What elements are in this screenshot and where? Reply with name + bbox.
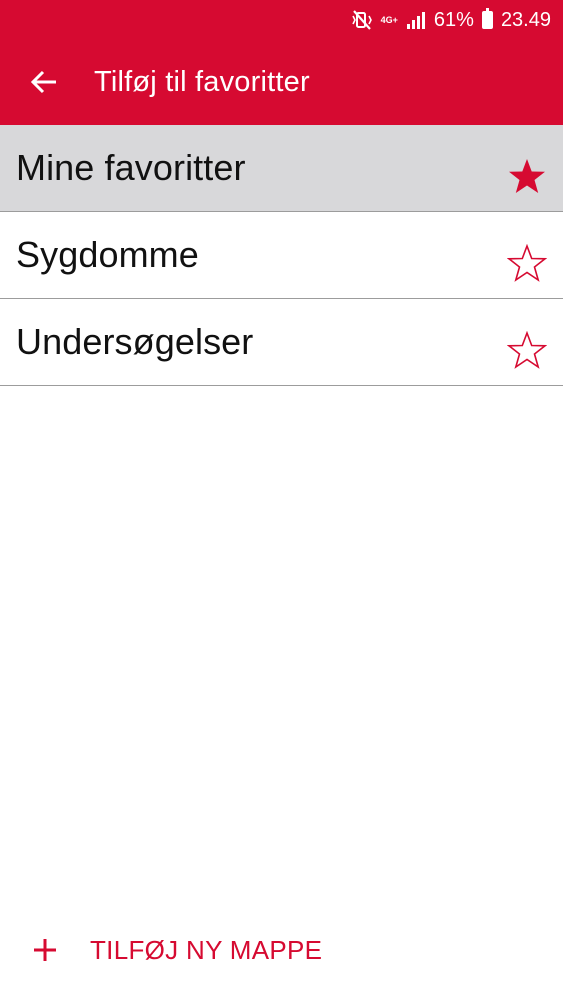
clock: 23.49 xyxy=(500,8,551,31)
battery-icon xyxy=(481,8,493,29)
toolbar: Tilføj til favoritter xyxy=(0,50,563,114)
star-filled-icon[interactable] xyxy=(507,156,547,196)
folder-list: Mine favoritter Sygdomme Undersøgelser xyxy=(0,125,563,386)
signal-icon xyxy=(406,11,426,29)
network-type-icon: 4G+ xyxy=(380,14,398,25)
folder-label: Sygdomme xyxy=(16,234,199,275)
folder-label: Mine favoritter xyxy=(16,147,246,188)
mute-vibrate-icon xyxy=(351,10,373,30)
folder-row-mine-favoritter[interactable]: Mine favoritter xyxy=(0,125,563,212)
back-button[interactable] xyxy=(14,54,74,110)
network-type-label: 4G+ xyxy=(380,14,398,25)
page-title: Tilføj til favoritter xyxy=(94,65,310,98)
add-folder-button[interactable]: TILFØJ NY MAPPE xyxy=(30,922,322,978)
battery-percent: 61% xyxy=(433,8,474,31)
app-bar: 4G+ 61% 23.49 Tilføj til favoritter xyxy=(0,0,563,125)
folder-row-sygdomme[interactable]: Sygdomme xyxy=(0,212,563,299)
arrow-left-icon xyxy=(30,70,56,94)
status-bar: 4G+ 61% 23.49 xyxy=(351,6,551,34)
star-outline-icon[interactable] xyxy=(507,330,547,370)
folder-label: Undersøgelser xyxy=(16,321,254,362)
plus-icon xyxy=(30,935,60,965)
add-folder-label: TILFØJ NY MAPPE xyxy=(90,934,323,965)
star-outline-icon[interactable] xyxy=(507,243,547,283)
folder-row-undersoegelser[interactable]: Undersøgelser xyxy=(0,299,563,386)
